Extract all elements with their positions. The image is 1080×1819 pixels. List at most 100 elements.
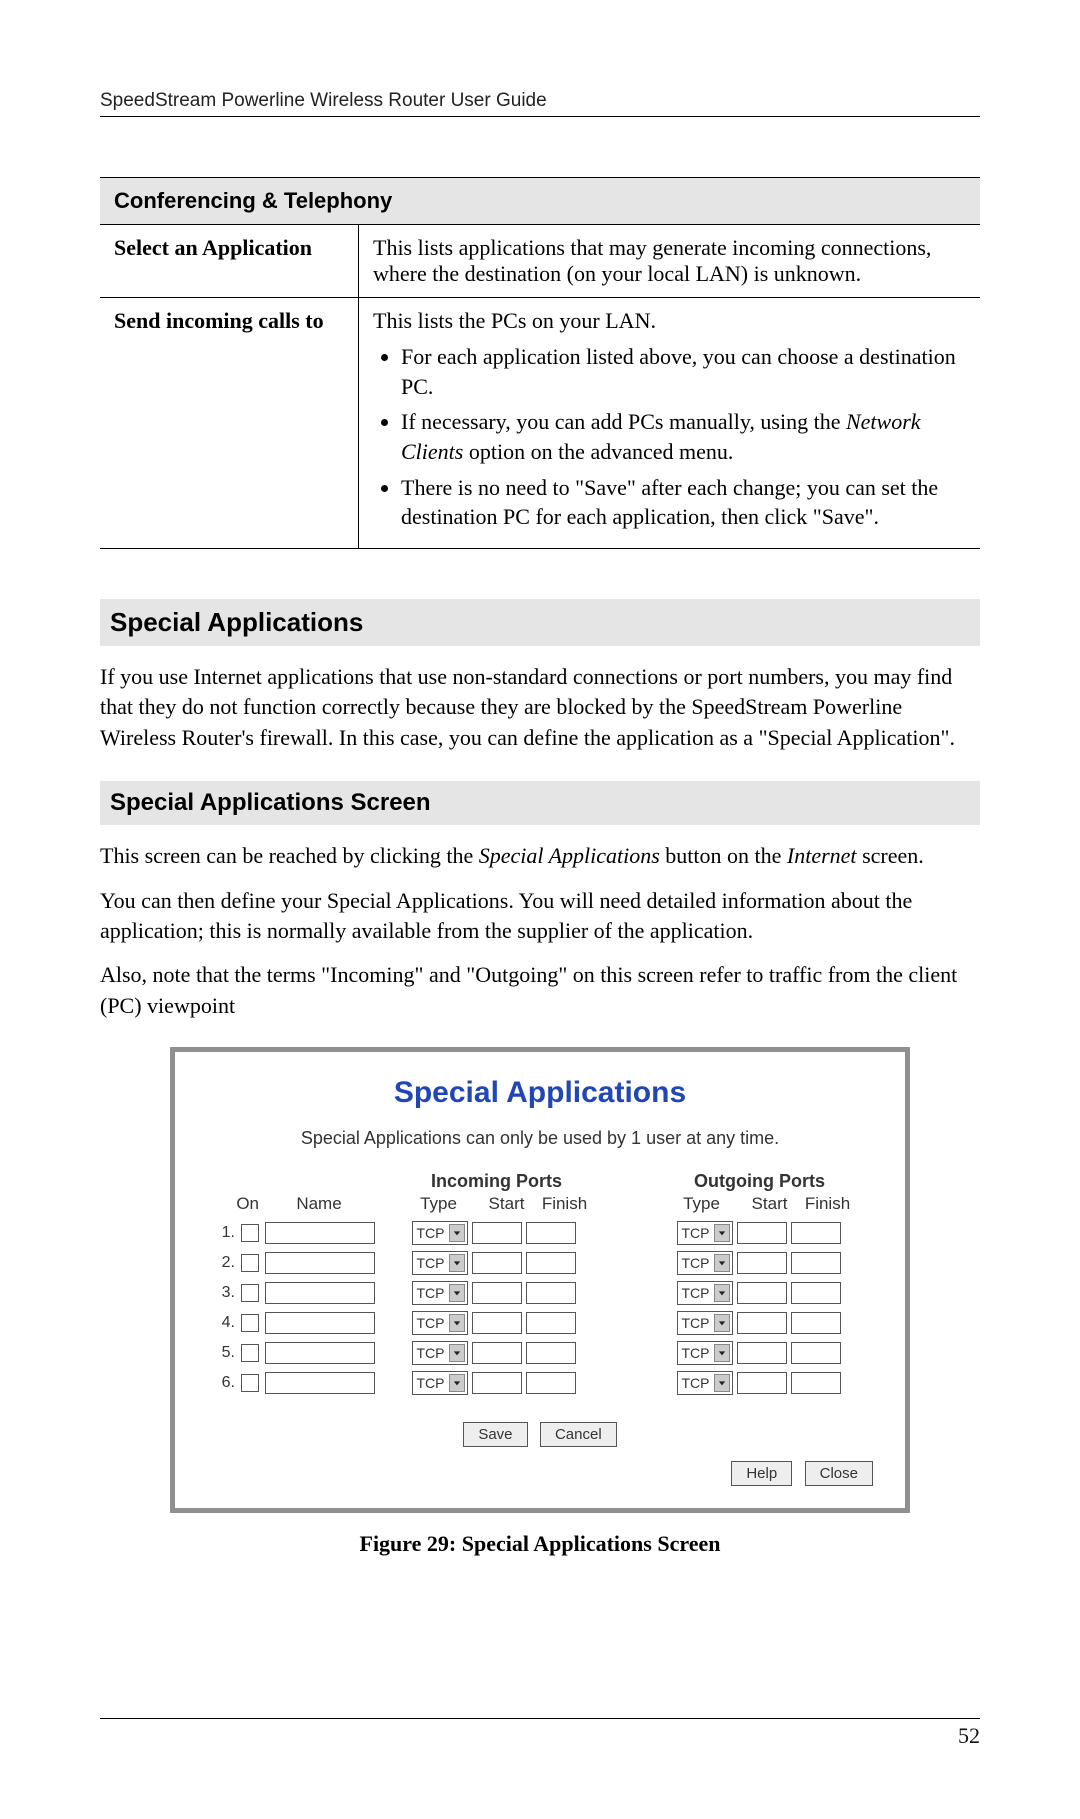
table-section-title: Conferencing & Telephony	[100, 178, 980, 225]
incoming-type-select[interactable]: TCP	[412, 1221, 468, 1245]
name-input[interactable]	[265, 1312, 375, 1334]
start-label: Start	[478, 1194, 536, 1214]
outgoing-start-input[interactable]	[737, 1342, 787, 1364]
incoming-finish-input[interactable]	[526, 1282, 576, 1304]
on-label: On	[203, 1194, 259, 1214]
paragraph: You can then define your Special Applica…	[100, 886, 980, 947]
row-number: 5.	[203, 1344, 237, 1362]
on-checkbox[interactable]	[241, 1224, 259, 1242]
incoming-finish-input[interactable]	[526, 1312, 576, 1334]
outgoing-start-input[interactable]	[737, 1252, 787, 1274]
incoming-finish-input[interactable]	[526, 1252, 576, 1274]
incoming-finish-input[interactable]	[526, 1342, 576, 1364]
outgoing-finish-input[interactable]	[791, 1222, 841, 1244]
on-checkbox[interactable]	[241, 1344, 259, 1362]
name-input[interactable]	[265, 1372, 375, 1394]
page-header: SpeedStream Powerline Wireless Router Us…	[100, 90, 980, 112]
heading-special-applications-screen: Special Applications Screen	[100, 781, 980, 825]
bullet-list: For each application listed above, you c…	[373, 342, 966, 532]
cancel-button[interactable]: Cancel	[540, 1422, 617, 1447]
start-label: Start	[741, 1194, 799, 1214]
incoming-start-input[interactable]	[472, 1222, 522, 1244]
screenshot-note: Special Applications can only be used by…	[203, 1128, 877, 1149]
table-row: 6.TCPTCP	[203, 1370, 877, 1396]
chevron-down-icon	[714, 1344, 730, 1362]
incoming-type-select[interactable]: TCP	[412, 1341, 468, 1365]
list-item: If necessary, you can add PCs manually, …	[401, 407, 966, 466]
bullet-text: option on the advanced menu.	[463, 439, 733, 464]
help-button[interactable]: Help	[731, 1461, 792, 1486]
chevron-down-icon	[714, 1314, 730, 1332]
outgoing-finish-input[interactable]	[791, 1372, 841, 1394]
bullet-text: There is no need to "Save" after each ch…	[401, 475, 938, 530]
text: button on the	[660, 843, 787, 868]
figure-caption: Figure 29: Special Applications Screen	[100, 1531, 980, 1557]
outgoing-start-input[interactable]	[737, 1222, 787, 1244]
chevron-down-icon	[449, 1284, 465, 1302]
incoming-start-input[interactable]	[472, 1372, 522, 1394]
on-checkbox[interactable]	[241, 1284, 259, 1302]
term-select-application: Select an Application	[100, 225, 359, 298]
on-checkbox[interactable]	[241, 1374, 259, 1392]
type-label: Type	[400, 1194, 478, 1214]
incoming-type-select[interactable]: TCP	[412, 1371, 468, 1395]
outgoing-type-select[interactable]: TCP	[677, 1311, 733, 1335]
outgoing-finish-input[interactable]	[791, 1342, 841, 1364]
table-row: 4.TCPTCP	[203, 1310, 877, 1336]
bullet-text: If necessary, you can add PCs manually, …	[401, 409, 846, 434]
page-number: 52	[958, 1723, 980, 1749]
name-input[interactable]	[265, 1342, 375, 1364]
incoming-finish-input[interactable]	[526, 1372, 576, 1394]
header-rule	[100, 116, 980, 117]
outgoing-type-select[interactable]: TCP	[677, 1341, 733, 1365]
outgoing-start-input[interactable]	[737, 1372, 787, 1394]
outgoing-type-select[interactable]: TCP	[677, 1281, 733, 1305]
on-checkbox[interactable]	[241, 1314, 259, 1332]
outgoing-start-input[interactable]	[737, 1282, 787, 1304]
incoming-start-input[interactable]	[472, 1282, 522, 1304]
outgoing-finish-input[interactable]	[791, 1252, 841, 1274]
on-checkbox[interactable]	[241, 1254, 259, 1272]
text-italic: Special Applications	[479, 843, 660, 868]
screenshot-panel: Special Applications Special Application…	[170, 1047, 910, 1513]
outgoing-finish-input[interactable]	[791, 1282, 841, 1304]
incoming-start-input[interactable]	[472, 1252, 522, 1274]
incoming-type-select[interactable]: TCP	[412, 1281, 468, 1305]
outgoing-type-select[interactable]: TCP	[677, 1371, 733, 1395]
chevron-down-icon	[449, 1374, 465, 1392]
incoming-start-input[interactable]	[472, 1312, 522, 1334]
incoming-type-select[interactable]: TCP	[412, 1311, 468, 1335]
save-button[interactable]: Save	[463, 1422, 527, 1447]
list-item: For each application listed above, you c…	[401, 342, 966, 401]
paragraph: This screen can be reached by clicking t…	[100, 841, 980, 871]
outgoing-type-select[interactable]: TCP	[677, 1251, 733, 1275]
outgoing-start-input[interactable]	[737, 1312, 787, 1334]
outgoing-finish-input[interactable]	[791, 1312, 841, 1334]
table-row: 2. TCP TCP	[203, 1250, 877, 1276]
chevron-down-icon	[714, 1374, 730, 1392]
row-number: 2.	[203, 1254, 237, 1272]
incoming-type-select[interactable]: TCP	[412, 1251, 468, 1275]
name-input[interactable]	[265, 1252, 375, 1274]
table-row: 1.TCPTCP	[203, 1220, 877, 1246]
list-item: There is no need to "Save" after each ch…	[401, 473, 966, 532]
paragraph: If you use Internet applications that us…	[100, 662, 980, 753]
text-italic: Internet	[787, 843, 857, 868]
term-send-incoming: Send incoming calls to	[100, 298, 359, 549]
chevron-down-icon	[449, 1224, 465, 1242]
finish-label: Finish	[536, 1194, 594, 1214]
name-input[interactable]	[265, 1282, 375, 1304]
type-label: Type	[663, 1194, 741, 1214]
name-input[interactable]	[265, 1222, 375, 1244]
column-labels-row: On Name Type Start Finish Type Start Fin…	[203, 1194, 877, 1214]
incoming-finish-input[interactable]	[526, 1222, 576, 1244]
chevron-down-icon	[714, 1224, 730, 1242]
finish-label: Finish	[799, 1194, 857, 1214]
incoming-start-input[interactable]	[472, 1342, 522, 1364]
table-row: 3.TCPTCP	[203, 1280, 877, 1306]
outgoing-type-select[interactable]: TCP	[677, 1221, 733, 1245]
bullet-text: For each application listed above, you c…	[401, 344, 956, 399]
outgoing-ports-label: Outgoing Ports	[642, 1171, 877, 1192]
close-button[interactable]: Close	[805, 1461, 873, 1486]
chevron-down-icon	[449, 1314, 465, 1332]
